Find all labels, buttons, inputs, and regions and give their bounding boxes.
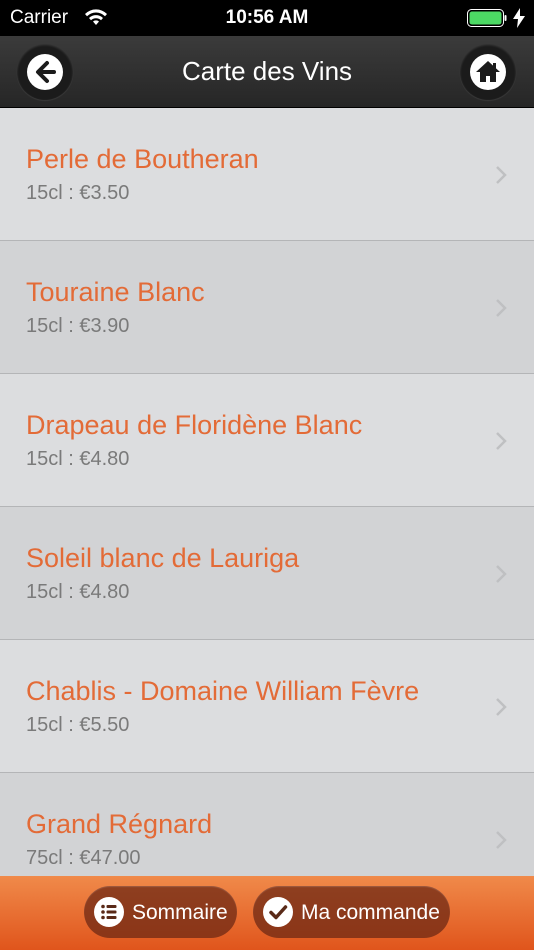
home-icon [470,54,506,90]
status-bar: Carrier 10:56 AM [0,0,534,36]
list-icon [94,897,124,927]
sommaire-button[interactable]: Sommaire [84,886,237,938]
battery-icon [467,9,507,27]
wine-name: Grand Régnard [26,809,213,839]
chevron-right-icon [496,831,507,849]
list-item[interactable]: Perle de Boutheran 15cl : €3.50 [0,108,534,241]
wine-price: 15cl : €4.80 [26,581,130,603]
chevron-right-icon [496,432,507,450]
list-item[interactable]: Chablis - Domaine William Fèvre 15cl : €… [0,640,534,773]
list-item[interactable]: Drapeau de Floridène Blanc 15cl : €4.80 [0,374,534,507]
page-title: Carte des Vins [181,56,353,86]
wine-name: Soleil blanc de Lauriga [26,543,300,573]
clock: 10:56 AM [225,7,309,28]
home-button[interactable] [460,44,516,100]
list-item[interactable]: Grand Régnard 75cl : €47.00 [0,773,534,876]
wine-price: 15cl : €4.80 [26,448,130,470]
wine-name: Perle de Boutheran [26,144,259,174]
wine-name: Chablis - Domaine William Fèvre [26,676,420,706]
chevron-right-icon [496,565,507,583]
list-item[interactable]: Soleil blanc de Lauriga 15cl : €4.80 [0,507,534,640]
chevron-right-icon [496,698,507,716]
wine-list: Perle de Boutheran 15cl : €3.50 Touraine… [0,108,534,876]
wine-price: 15cl : €5.50 [26,714,130,736]
list-item[interactable]: Touraine Blanc 15cl : €3.90 [0,241,534,374]
ma-commande-label: Ma commande [301,901,440,924]
chevron-right-icon [496,299,507,317]
wine-price: 75cl : €47.00 [26,847,141,869]
wine-price: 15cl : €3.90 [26,315,130,337]
wine-name: Drapeau de Floridène Blanc [26,410,363,440]
charging-bolt-icon [513,8,525,28]
wine-price: 15cl : €3.50 [26,182,130,204]
nav-bar: Carte des Vins [0,36,534,108]
checkmark-icon [263,897,293,927]
sommaire-label: Sommaire [132,901,228,924]
bottom-toolbar: Sommaire Ma commande [0,876,534,950]
ma-commande-button[interactable]: Ma commande [253,886,450,938]
chevron-right-icon [496,166,507,184]
wine-name: Touraine Blanc [26,277,205,307]
